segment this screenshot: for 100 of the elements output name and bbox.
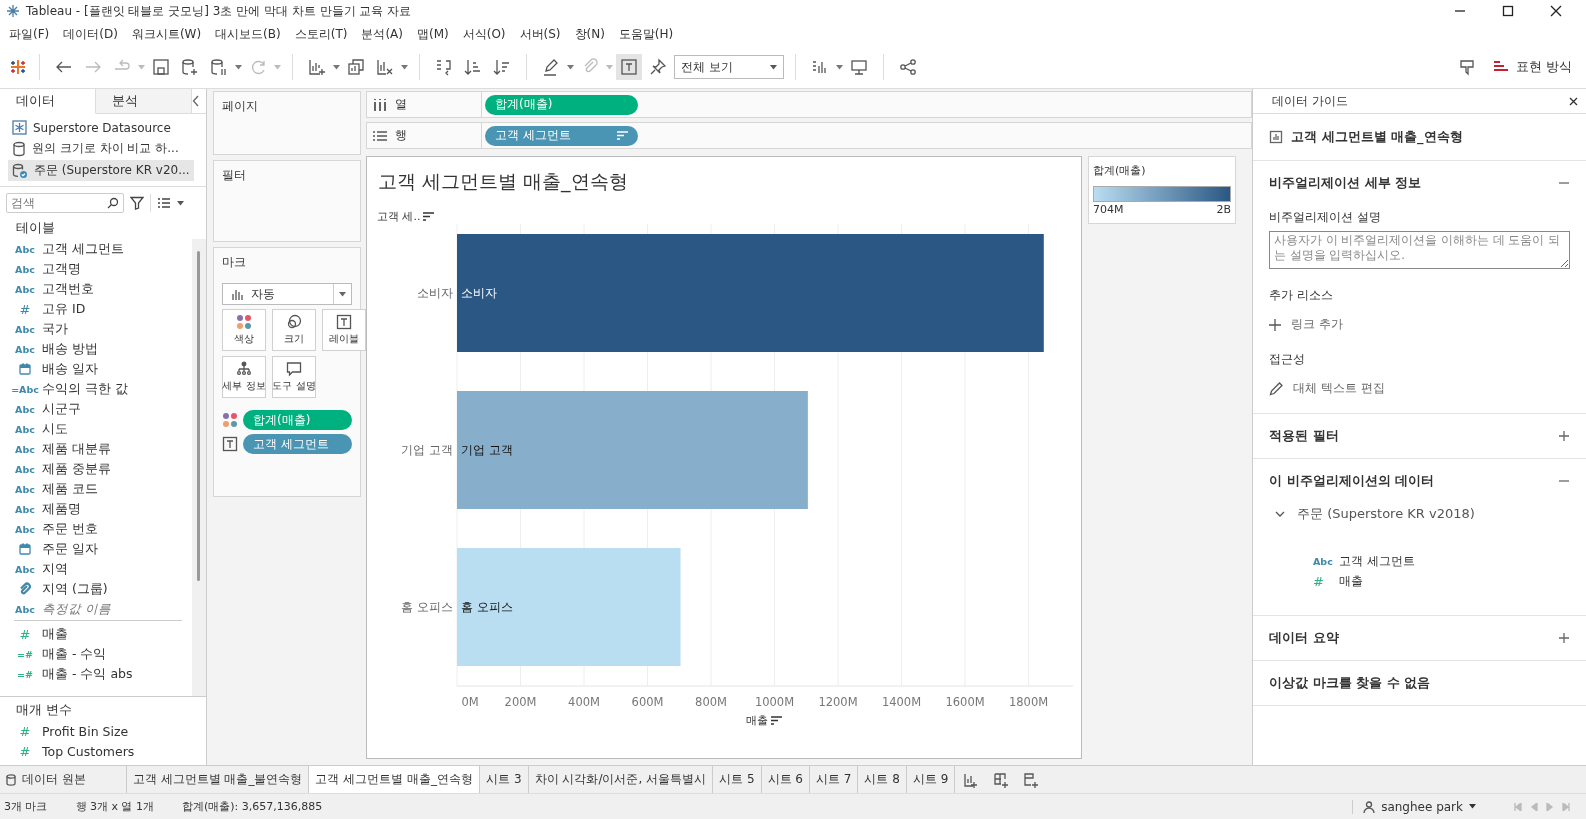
menu-item[interactable]: 워크시트(W): [124, 25, 209, 43]
field-name[interactable]: Profit Bin Size: [42, 723, 129, 739]
save-icon[interactable]: [151, 57, 171, 77]
menu-item[interactable]: 데이터(D): [56, 25, 125, 43]
field-name[interactable]: 제품 코드: [42, 480, 98, 498]
pin-icon[interactable]: [648, 57, 668, 77]
add-link[interactable]: 링크 추가: [1291, 316, 1343, 333]
database-pause-icon[interactable]: [209, 57, 229, 77]
pane-tab[interactable]: 데이터: [0, 89, 96, 114]
collapse-pane-icon[interactable]: [192, 95, 200, 107]
sort-icon[interactable]: [771, 716, 782, 725]
maximize-icon[interactable]: [1502, 5, 1514, 17]
plus-icon[interactable]: [1269, 318, 1281, 331]
mark-property-button[interactable]: 도구 설명: [272, 356, 316, 398]
field-name[interactable]: 시도: [42, 420, 68, 438]
field-name[interactable]: 매출 - 수익 abs: [42, 665, 133, 683]
fit-dropdown[interactable]: 전체 보기: [674, 55, 784, 79]
mark-property-button[interactable]: 레이블: [322, 309, 366, 351]
caret-icon[interactable]: [1469, 804, 1476, 809]
chart-clear-icon[interactable]: [375, 57, 395, 77]
search-field[interactable]: 검색: [6, 193, 124, 213]
close-icon[interactable]: [1569, 96, 1578, 106]
type-label: Abc: [15, 523, 35, 535]
speech-bubble-icon: [286, 361, 302, 377]
pane-tab[interactable]: 분석: [96, 89, 192, 113]
field-name[interactable]: 제품 대분류: [42, 440, 111, 458]
chart-plus-icon[interactable]: [307, 57, 327, 77]
data-source-item[interactable]: Superstore Datasource: [8, 118, 194, 137]
field-name[interactable]: 매출 - 수익: [42, 645, 107, 663]
user-menu[interactable]: sanghee park: [1352, 799, 1486, 814]
field-name[interactable]: 제품 중분류: [42, 460, 111, 478]
field-name[interactable]: 국가: [42, 320, 68, 338]
chevron-down-icon[interactable]: [1275, 510, 1285, 518]
field-name[interactable]: 매출: [42, 625, 68, 643]
field-name[interactable]: 주문 번호: [42, 520, 98, 538]
share-icon[interactable]: [898, 57, 918, 77]
sort-icon[interactable]: [422, 212, 434, 221]
field-name[interactable]: 고유 ID: [42, 300, 86, 318]
mark-property-button[interactable]: 크기: [272, 309, 316, 351]
card-title: 페이지: [222, 99, 258, 113]
field-name[interactable]: 지역 (그룹): [42, 580, 108, 598]
field-name[interactable]: 고객명: [42, 260, 81, 278]
show-me-button[interactable]: 표현 방식: [1488, 55, 1578, 79]
mark-property-button[interactable]: 세부 정보: [222, 356, 266, 398]
sort-descending-icon[interactable]: [492, 57, 512, 77]
menu-item[interactable]: 맵(M): [410, 25, 456, 43]
field-name[interactable]: 배송 일자: [42, 360, 98, 378]
menu-item[interactable]: 창(N): [567, 25, 612, 43]
field-name[interactable]: 측정값 이름: [42, 600, 111, 618]
menu-item[interactable]: 도움말(H): [611, 25, 681, 43]
field-name: 매출: [1339, 572, 1363, 590]
sort-ascending-icon[interactable]: [463, 57, 483, 77]
field-name[interactable]: 수익의 극한 값: [42, 380, 128, 398]
menu-item[interactable]: 파일(F): [2, 25, 57, 43]
caret-icon[interactable]: [770, 64, 777, 70]
pencil-icon[interactable]: [1269, 381, 1283, 396]
type-label: =Abc: [11, 383, 39, 395]
menu-item[interactable]: 스토리(T): [287, 25, 355, 43]
field-name[interactable]: 고객 세그먼트: [42, 240, 124, 258]
new-dashboard-icon[interactable]: [993, 771, 1010, 788]
field-name[interactable]: Top Customers: [42, 743, 135, 759]
menu-item[interactable]: 분석(A): [354, 25, 410, 43]
field-name[interactable]: 고객번호: [42, 280, 94, 298]
logo-icon[interactable]: [8, 57, 28, 77]
sheet-tab[interactable]: 고객 세그먼트별 매출_연속형: [309, 766, 481, 793]
presentation-icon[interactable]: [849, 57, 869, 77]
close-icon[interactable]: [1550, 5, 1562, 17]
status-text: 3개 마크: [4, 799, 48, 814]
edit-alt-text-link[interactable]: 대체 텍스트 편집: [1293, 380, 1385, 397]
category-label: 기업 고객: [401, 443, 453, 457]
field-name[interactable]: 시군구: [42, 400, 81, 418]
swap-icon[interactable]: [434, 57, 454, 77]
data-source-item[interactable]: 원의 크기로 차이 비교 하...: [8, 138, 194, 159]
new-story-icon[interactable]: [1023, 771, 1040, 788]
search-icon[interactable]: [107, 197, 119, 209]
menu-item[interactable]: 서식(O): [455, 25, 513, 43]
expand-icon[interactable]: [1558, 632, 1570, 644]
caret-icon[interactable]: [339, 291, 346, 297]
snowflake-icon: [12, 120, 27, 135]
menu-item[interactable]: 대시보드(B): [208, 25, 288, 43]
field-name[interactable]: 배송 방법: [42, 340, 98, 358]
new-worksheet-icon[interactable]: [963, 771, 980, 788]
list-view-icon[interactable]: [157, 197, 171, 209]
field-label: 접근성: [1269, 351, 1306, 368]
field-name[interactable]: 지역: [42, 560, 68, 578]
field-name[interactable]: 주문 일자: [42, 540, 98, 558]
mark-type-dropdown[interactable]: 자동: [222, 283, 352, 305]
duplicate-chart-icon[interactable]: [346, 57, 366, 77]
data-source-item[interactable]: 주문 (Superstore KR v20...: [8, 160, 194, 181]
menu-item[interactable]: 서버(S): [512, 25, 568, 43]
caret-icon[interactable]: [177, 200, 184, 206]
database-plus-icon[interactable]: [180, 57, 200, 77]
field-name[interactable]: 제품명: [42, 500, 81, 518]
description-field[interactable]: 사용자가 이 비주얼리제이션을 이해하는 데 도움이 되는 설명을 입력하십시오.: [1269, 231, 1570, 269]
mark-property-button[interactable]: 색상: [222, 309, 266, 351]
text-icon: [336, 314, 352, 330]
expand-icon[interactable]: [1558, 430, 1570, 442]
tick-label: 1200M: [818, 695, 858, 709]
text-label-icon[interactable]: [619, 57, 639, 77]
filter-icon[interactable]: [130, 196, 144, 210]
